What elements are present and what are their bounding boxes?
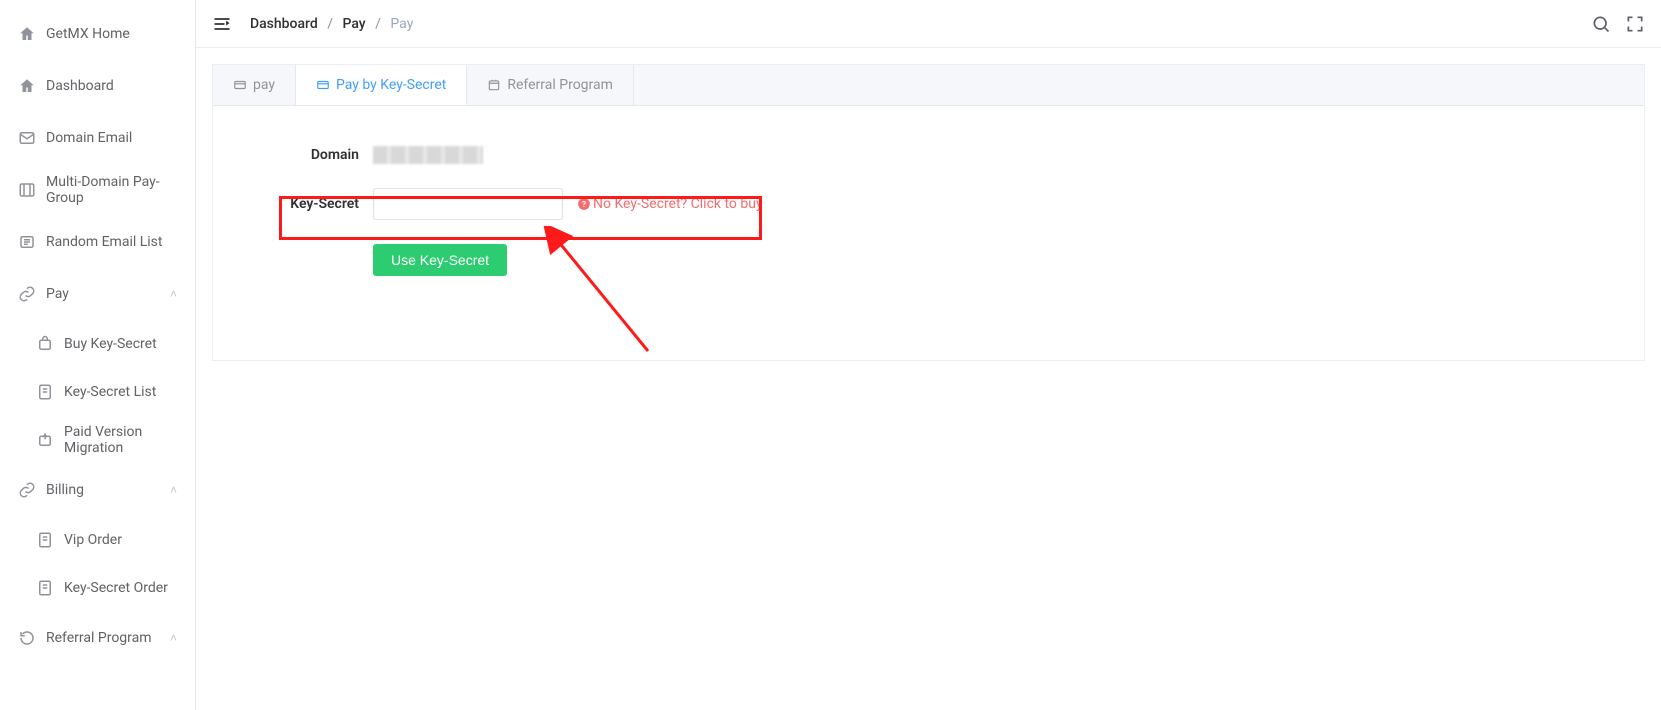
breadcrumb-separator: / — [375, 16, 381, 32]
credit-card-icon — [316, 78, 330, 92]
sidebar-item-label: Random Email List — [46, 234, 162, 250]
sidebar-item-label: Key-Secret Order — [64, 580, 168, 596]
breadcrumb-current: Pay — [390, 16, 413, 32]
domain-row: Domain — [273, 146, 1584, 164]
chevron-up-icon: ˄ — [170, 483, 177, 497]
svg-text:?: ? — [582, 199, 586, 209]
sidebar-item-label: GetMX Home — [46, 26, 130, 42]
sidebar-item-buy-key-secret[interactable]: Buy Key-Secret — [0, 320, 195, 368]
sidebar-item-label: Domain Email — [46, 130, 132, 146]
sidebar-item-dashboard[interactable]: Dashboard — [0, 60, 195, 112]
chevron-up-icon: ˄ — [170, 631, 177, 645]
loop-icon — [18, 629, 36, 647]
tabs: pay Pay by Key-Secret Referral Program — [213, 65, 1644, 106]
sidebar-item-key-secret-order[interactable]: Key-Secret Order — [0, 564, 195, 612]
sidebar-item-multi-domain[interactable]: Multi-Domain Pay-Group — [0, 164, 195, 216]
keysecret-label: Key-Secret — [273, 196, 373, 212]
tab-label: Pay by Key-Secret — [336, 77, 446, 93]
sidebar-item-label: Key-Secret List — [64, 384, 156, 400]
doc-icon — [36, 383, 54, 401]
keysecret-input[interactable] — [373, 188, 563, 220]
hamburger-icon[interactable] — [212, 14, 232, 34]
breadcrumb-separator: / — [327, 16, 333, 32]
tab-referral[interactable]: Referral Program — [467, 65, 634, 105]
link-icon — [18, 285, 36, 303]
tab-label: Referral Program — [507, 77, 613, 93]
form: Domain Key-Secret ? No Key-Secret? Click… — [213, 106, 1644, 360]
fullscreen-icon[interactable] — [1625, 14, 1645, 34]
tab-label: pay — [253, 77, 275, 93]
sidebar-item-home[interactable]: GetMX Home — [0, 8, 195, 60]
sidebar-item-label: Paid Version Migration — [64, 424, 177, 456]
domain-label: Domain — [273, 147, 373, 163]
no-keysecret-link[interactable]: ? No Key-Secret? Click to buy — [577, 196, 763, 212]
sidebar-item-referral[interactable]: Referral Program ˄ — [0, 612, 195, 664]
sidebar-item-billing[interactable]: Billing ˄ — [0, 464, 195, 516]
sidebar-item-label: Pay — [46, 286, 69, 302]
tab-pay-key-secret[interactable]: Pay by Key-Secret — [296, 65, 467, 105]
sidebar-item-pay[interactable]: Pay ˄ — [0, 268, 195, 320]
chevron-up-icon: ˄ — [170, 287, 177, 301]
list-icon — [18, 233, 36, 251]
doc-icon — [36, 531, 54, 549]
search-icon[interactable] — [1591, 14, 1611, 34]
domain-value-redacted — [373, 146, 483, 164]
sidebar-item-paid-migration[interactable]: Paid Version Migration — [0, 416, 195, 464]
sidebar-item-random-email[interactable]: Random Email List — [0, 216, 195, 268]
calendar-icon — [487, 78, 501, 92]
home-icon — [18, 25, 36, 43]
credit-card-icon — [233, 78, 247, 92]
cart-icon — [36, 335, 54, 353]
question-circle-icon: ? — [577, 197, 591, 211]
keysecret-row: Key-Secret ? No Key-Secret? Click to buy — [273, 188, 1584, 220]
sidebar-item-label: Vip Order — [64, 532, 122, 548]
group-icon — [18, 181, 36, 199]
sidebar-item-domain-email[interactable]: Domain Email — [0, 112, 195, 164]
breadcrumb-item[interactable]: Pay — [343, 16, 366, 32]
sidebar-item-label: Buy Key-Secret — [64, 336, 157, 352]
help-text: No Key-Secret? Click to buy — [593, 196, 763, 212]
sidebar-item-key-secret-list[interactable]: Key-Secret List — [0, 368, 195, 416]
sidebar-item-label: Referral Program — [46, 630, 152, 646]
migrate-icon — [36, 431, 54, 449]
link-icon — [18, 481, 36, 499]
mail-icon — [18, 129, 36, 147]
sidebar: GetMX Home Dashboard Domain Email Multi-… — [0, 0, 196, 710]
doc-icon — [36, 579, 54, 597]
sidebar-item-vip-order[interactable]: Vip Order — [0, 516, 195, 564]
tab-pay[interactable]: pay — [213, 65, 296, 105]
card: pay Pay by Key-Secret Referral Program D… — [212, 64, 1645, 361]
home-icon — [18, 77, 36, 95]
topbar: Dashboard / Pay / Pay — [196, 0, 1661, 48]
breadcrumb: Dashboard / Pay / Pay — [250, 16, 413, 32]
sidebar-item-label: Billing — [46, 482, 84, 498]
use-keysecret-button[interactable]: Use Key-Secret — [373, 244, 507, 276]
sidebar-item-label: Dashboard — [46, 78, 114, 94]
breadcrumb-item[interactable]: Dashboard — [250, 16, 318, 32]
sidebar-item-label: Multi-Domain Pay-Group — [46, 174, 177, 206]
submit-row: Use Key-Secret — [273, 244, 1584, 276]
